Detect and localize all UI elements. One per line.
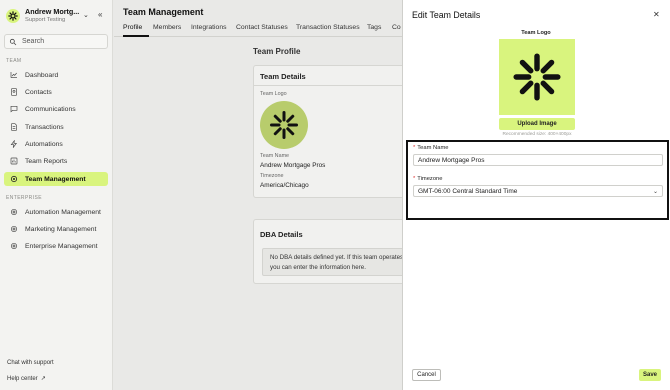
chart-icon: [9, 71, 19, 79]
tab-more[interactable]: Co: [392, 24, 401, 31]
tab-tags[interactable]: Tags: [367, 24, 381, 31]
sidebar-item-automations[interactable]: Automations: [4, 137, 108, 151]
chat-with-support-link[interactable]: Chat with support: [7, 360, 54, 366]
team-name-input-value: Andrew Mortgage Pros: [418, 156, 485, 164]
timezone-label: * Timezone: [413, 176, 443, 182]
upload-image-button[interactable]: Upload Image: [499, 118, 575, 130]
gear-icon: [9, 208, 19, 216]
team-name-input[interactable]: Andrew Mortgage Pros: [413, 154, 663, 166]
brand-logo-icon: [270, 111, 298, 139]
section-label-enterprise: ENTERPRISE: [6, 195, 42, 201]
sidebar: Andrew Mortg... Support Testing ⌄ « Sear…: [0, 0, 113, 390]
edit-team-panel: Edit Team Details ✕ Team Logo Upload Ima…: [402, 0, 670, 390]
sidebar-item-dashboard[interactable]: Dashboard: [4, 68, 108, 82]
close-icon[interactable]: ✕: [653, 10, 660, 19]
search-label: Search: [22, 38, 45, 45]
sidebar-item-contacts[interactable]: Contacts: [4, 85, 108, 99]
bolt-icon: [9, 140, 19, 148]
report-icon: [9, 157, 19, 165]
team-profile-heading: Team Profile: [253, 47, 301, 56]
chat-with-support-label: Chat with support: [7, 360, 54, 366]
tab-bar: Profile Members Integrations Contact Sta…: [114, 20, 402, 37]
team-logo-label: Team Logo: [260, 91, 287, 97]
required-asterisk: *: [413, 176, 416, 182]
timezone-select[interactable]: GMT-06:00 Central Standard Time ⌄: [413, 185, 663, 197]
team-details-card: Team Details Team Logo Team Name Andrew …: [253, 65, 414, 198]
team-name-label: Team Name: [260, 153, 290, 159]
chevron-down-icon[interactable]: ⌄: [83, 11, 89, 19]
sidebar-item-label: Team Reports: [25, 157, 68, 165]
gear-icon: [9, 242, 19, 250]
chat-icon: [9, 105, 19, 113]
org-switcher[interactable]: Andrew Mortg... Support Testing ⌄: [6, 7, 108, 25]
sidebar-item-automation-management[interactable]: Automation Management: [4, 205, 108, 219]
org-name: Andrew Mortg...: [25, 7, 80, 16]
panel-title: Edit Team Details: [412, 10, 481, 20]
sidebar-item-label: Automation Management: [25, 208, 101, 216]
tab-transaction-statuses[interactable]: Transaction Statuses: [296, 24, 360, 31]
gear-icon: [9, 175, 19, 183]
tab-members[interactable]: Members: [153, 24, 181, 31]
chevron-down-icon: ⌄: [652, 189, 658, 195]
sidebar-item-label: Dashboard: [25, 71, 59, 79]
save-button[interactable]: Save: [639, 369, 661, 381]
dba-empty-message: No DBA details defined yet. If this team…: [270, 253, 410, 273]
section-label-team: TEAM: [6, 58, 22, 64]
contacts-icon: [9, 88, 19, 96]
sidebar-item-enterprise-management[interactable]: Enterprise Management: [4, 239, 108, 253]
sidebar-item-marketing-management[interactable]: Marketing Management: [4, 222, 108, 236]
sidebar-item-label: Automations: [25, 140, 63, 148]
sidebar-item-team-reports[interactable]: Team Reports: [4, 154, 108, 168]
sidebar-item-label: Enterprise Management: [25, 242, 98, 250]
tab-integrations[interactable]: Integrations: [191, 24, 227, 31]
help-center-label: Help center: [7, 375, 38, 382]
dba-empty-state: No DBA details defined yet. If this team…: [262, 248, 414, 276]
gear-icon: [9, 225, 19, 233]
dba-message-line-1: No DBA details defined yet. If this team…: [270, 254, 404, 261]
team-name-label: * Team Name: [413, 145, 449, 151]
team-name-value: Andrew Mortgage Pros: [260, 162, 326, 169]
timezone-label: Timezone: [260, 173, 284, 179]
highlight-box: [406, 140, 669, 220]
sidebar-item-label: Marketing Management: [25, 225, 97, 233]
main-content: Team Management Profile Members Integrat…: [114, 0, 414, 390]
help-center-link[interactable]: Help center ↗: [7, 375, 46, 383]
divider: [254, 85, 414, 86]
timezone-label-text: Timezone: [417, 176, 443, 182]
brand-logo-icon: [513, 53, 561, 101]
collapse-sidebar-icon[interactable]: «: [98, 10, 102, 19]
dba-message-line-2: you can enter the information here.: [270, 264, 366, 271]
org-subtitle: Support Testing: [25, 17, 66, 23]
external-link-icon: ↗: [40, 376, 46, 382]
brand-logo-icon: [6, 9, 20, 23]
team-name-label-text: Team Name: [417, 145, 449, 151]
dba-details-heading: DBA Details: [260, 230, 303, 239]
team-details-heading: Team Details: [260, 72, 306, 81]
sidebar-item-label: Team Management: [25, 175, 86, 183]
page-title: Team Management: [123, 7, 204, 17]
sidebar-item-label: Communications: [25, 105, 76, 113]
active-tab-indicator: [123, 35, 149, 37]
recommended-size-hint: Recommended size: 400×400px: [502, 132, 572, 137]
required-asterisk: *: [413, 145, 416, 151]
sidebar-item-team-management[interactable]: Team Management: [4, 172, 108, 186]
team-logo-image: [260, 101, 308, 149]
document-icon: [9, 123, 19, 131]
dba-details-card: DBA Details No DBA details defined yet. …: [253, 219, 414, 284]
team-logo-preview: [499, 39, 575, 115]
team-logo-label: Team Logo: [521, 30, 551, 36]
search-input[interactable]: Search: [4, 34, 108, 49]
tab-contact-statuses[interactable]: Contact Statuses: [236, 24, 288, 31]
cancel-button[interactable]: Cancel: [412, 369, 441, 381]
timezone-value: America/Chicago: [260, 182, 309, 189]
timezone-select-value: GMT-06:00 Central Standard Time: [418, 187, 518, 195]
sidebar-item-transactions[interactable]: Transactions: [4, 120, 108, 134]
sidebar-item-communications[interactable]: Communications: [4, 102, 108, 116]
tab-profile[interactable]: Profile: [123, 24, 142, 31]
sidebar-item-label: Contacts: [25, 88, 52, 96]
sidebar-item-label: Transactions: [25, 123, 64, 131]
search-icon: [9, 38, 17, 45]
